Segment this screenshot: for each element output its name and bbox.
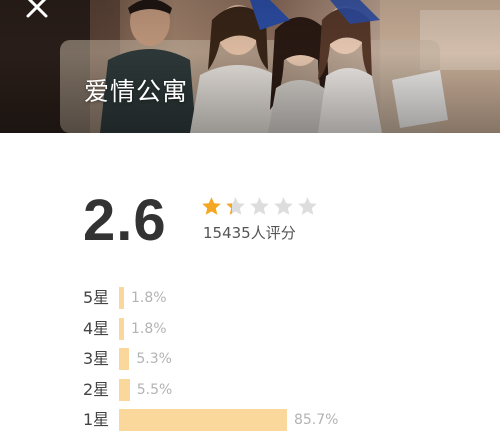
average-score: 2.6 — [83, 188, 167, 253]
distribution-label: 4星 — [83, 319, 110, 338]
distribution-bar — [119, 348, 130, 370]
distribution-label: 1星 — [83, 410, 110, 429]
distribution-label: 3星 — [83, 349, 110, 368]
star-icon — [202, 197, 221, 215]
page-title: 爱情公寓 — [84, 77, 189, 106]
star-icon — [274, 197, 293, 215]
distribution-bar — [119, 287, 124, 309]
distribution-bar — [119, 318, 124, 340]
distribution-label: 2星 — [83, 380, 110, 399]
distribution-track — [119, 409, 309, 431]
close-icon — [26, 0, 48, 18]
star-rating — [201, 196, 318, 218]
distribution-row: 4星 1.8% — [0, 317, 500, 341]
star-icon — [298, 197, 317, 215]
distribution-bar — [119, 379, 130, 401]
distribution-percent: 5.3% — [136, 351, 172, 367]
close-button[interactable] — [22, 0, 52, 22]
star-icon — [250, 197, 269, 215]
distribution-row: 1星 85.7% — [0, 408, 500, 432]
rating-count: 15435人评分 — [203, 224, 296, 242]
star-icon — [226, 197, 245, 215]
distribution-label: 5星 — [83, 288, 110, 307]
header-banner: 爱情公寓 — [0, 0, 500, 133]
distribution-percent: 1.8% — [131, 290, 167, 306]
rating-page: 爱情公寓 2.6 15435人评分 5星 1.8% 4星 1.8% 3星 5.3% 2星 5.… — [0, 0, 500, 448]
distribution-percent: 85.7% — [293, 412, 339, 428]
banner-shade — [0, 0, 500, 133]
distribution-percent: 1.8% — [131, 321, 167, 337]
distribution-row: 5星 1.8% — [0, 286, 500, 310]
distribution-bar — [119, 409, 287, 431]
distribution-percent: 5.5% — [136, 382, 173, 398]
distribution-row: 2星 5.5% — [0, 378, 500, 402]
distribution-row: 3星 5.3% — [0, 347, 500, 371]
